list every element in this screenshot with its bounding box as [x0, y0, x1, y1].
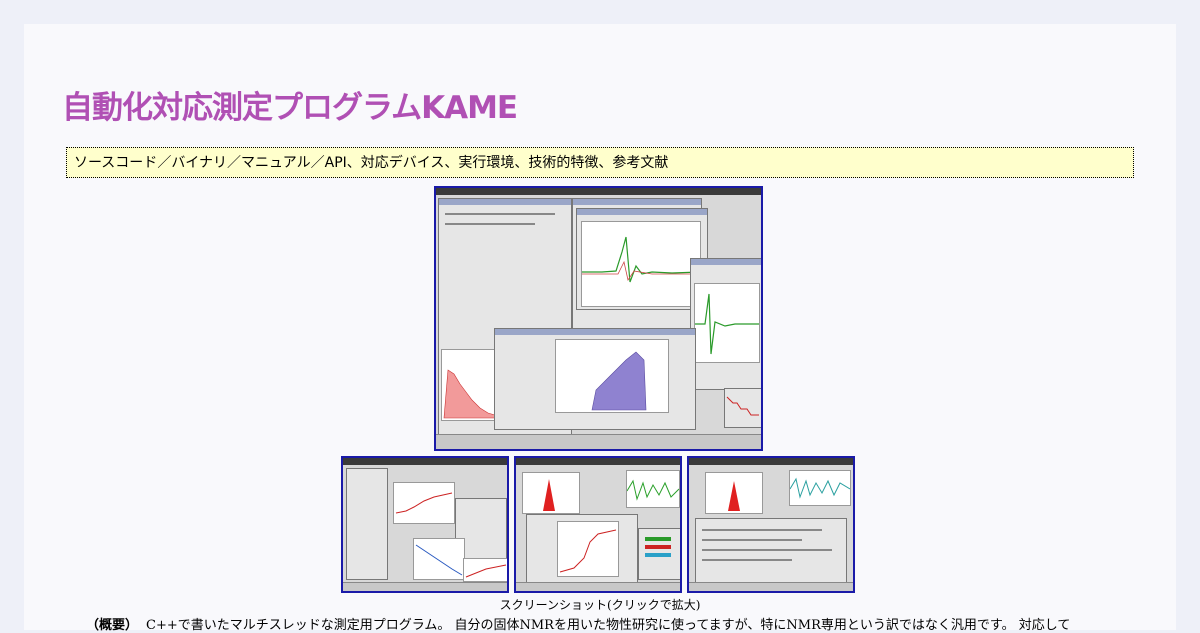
nav-separator: 、	[514, 155, 529, 171]
screenshot-caption: スクリーンショット(クリックで拡大)	[499, 598, 701, 612]
desktop-menubar	[436, 188, 761, 195]
fft-plot	[555, 339, 669, 413]
summary-label: （概要）	[86, 618, 139, 633]
screenshot-thumb-3[interactable]	[687, 456, 855, 593]
taskbar	[436, 434, 761, 449]
fft-window	[494, 328, 696, 430]
summary-paragraph: （概要） C++で書いたマルチスレッドな測定用プログラム。 自分の固体NMRを用い…	[86, 614, 1136, 633]
spectrum-plot	[441, 349, 501, 421]
spectrum-graphic	[443, 369, 499, 419]
screenshot-main[interactable]	[434, 186, 763, 451]
nav-link-api[interactable]: API	[325, 155, 347, 171]
trace-plot	[694, 283, 760, 363]
screenshot-thumb-2[interactable]	[514, 456, 682, 593]
nav-separator: 、	[598, 155, 613, 171]
nav-separator: ／	[157, 155, 172, 171]
thumb-plot	[393, 482, 455, 524]
thumb-plot	[705, 472, 763, 514]
nav-link-binary[interactable]: バイナリ	[171, 155, 227, 171]
thumb-plot	[522, 472, 580, 514]
step-graphic	[726, 396, 759, 416]
waveform-plot	[581, 221, 701, 307]
nav-separator: 、	[444, 155, 459, 171]
nav-link-source[interactable]: ソースコード	[74, 155, 157, 171]
window-titlebar	[439, 199, 571, 205]
fft-graphic	[591, 351, 647, 411]
nav-box: ソースコード／バイナリ／マニュアル／API、対応デバイス、実行環境、技術的特徴、…	[66, 147, 1134, 178]
nav-link-references[interactable]: 参考文献	[612, 155, 668, 171]
screenshot-thumb-1[interactable]	[341, 456, 509, 593]
small-plot-window	[724, 388, 761, 428]
page-title: 自動化対応測定プログラムKAME	[62, 90, 518, 126]
trace-window	[690, 258, 761, 390]
trace-graphic	[695, 293, 759, 355]
nav-link-environment[interactable]: 実行環境	[458, 155, 514, 171]
nav-separator: ／	[310, 155, 325, 171]
nav-link-manual[interactable]: マニュアル	[241, 155, 311, 171]
nav-separator: ／	[227, 155, 242, 171]
summary-text: C++で書いたマルチスレッドな測定用プログラム。 自分の固体NMRを用いた物性研…	[146, 618, 1071, 633]
waveform-window	[576, 208, 708, 310]
thumb-panel	[346, 468, 388, 580]
page-container: 自動化対応測定プログラムKAME ソースコード／バイナリ／マニュアル／API、対…	[24, 24, 1176, 633]
nav-link-devices[interactable]: 対応デバイス	[361, 155, 445, 171]
nav-link-features[interactable]: 技術的特徴	[528, 155, 598, 171]
nav-separator: 、	[346, 155, 361, 171]
waveform-graphic	[582, 236, 701, 283]
